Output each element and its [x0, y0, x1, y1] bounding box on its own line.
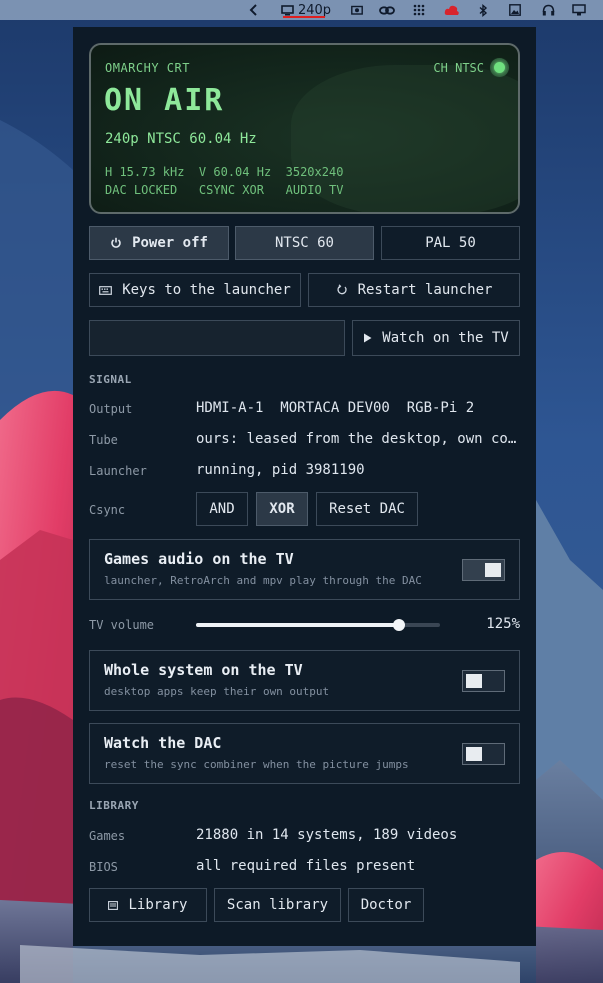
- launcher-label: Launcher: [89, 464, 147, 478]
- channel-label: CH NTSC: [433, 61, 484, 75]
- csync-and-button[interactable]: AND: [196, 492, 248, 526]
- camera-icon[interactable]: [349, 0, 365, 20]
- ntsc-60-button[interactable]: NTSC 60: [235, 226, 374, 260]
- games-audio-card: Games audio on the TV launcher, RetroArc…: [89, 539, 520, 600]
- image-icon[interactable]: [507, 0, 523, 20]
- keys-label: Keys to the launcher: [122, 282, 291, 298]
- signal-led-icon: [490, 58, 509, 77]
- bios-value: all required files present: [196, 858, 416, 874]
- reset-dac-label: Reset DAC: [329, 501, 405, 517]
- library-icon: [108, 900, 119, 910]
- watch-dac-toggle[interactable]: [462, 743, 505, 765]
- volume-thumb[interactable]: [392, 619, 405, 631]
- watch-on-tv-button[interactable]: Watch on the TV: [352, 320, 520, 356]
- video-mode-readout: 240p NTSC 60.04 Hz: [105, 131, 257, 147]
- cloud-alert-icon[interactable]: [442, 0, 462, 20]
- csync-label: Csync: [89, 503, 126, 517]
- dac-status-readout: DAC LOCKED CSYNC XOR AUDIO TV: [105, 183, 344, 197]
- tv-volume-value: 125%: [486, 616, 520, 632]
- ntsc-label: NTSC 60: [274, 235, 334, 251]
- bios-label: BIOS: [89, 860, 118, 874]
- watch-dac-description: reset the sync combiner when the picture…: [104, 758, 409, 771]
- tv-volume-slider[interactable]: [196, 619, 440, 631]
- games-audio-description: launcher, RetroArch and mpv play through…: [104, 574, 422, 587]
- doctor-label: Doctor: [360, 897, 412, 913]
- toggle-knob: [466, 674, 482, 688]
- bluetooth-icon[interactable]: [476, 0, 490, 20]
- crt-brand-label: OMARCHY CRT: [105, 61, 190, 75]
- power-icon: [110, 237, 122, 249]
- whole-system-card: Whole system on the TV desktop apps keep…: [89, 650, 520, 711]
- library-button-label: Library: [128, 897, 188, 913]
- keyboard-icon: [99, 285, 113, 295]
- restart-launcher-button[interactable]: Restart launcher: [308, 273, 520, 307]
- monitor-icon: [281, 4, 294, 16]
- games-audio-toggle[interactable]: [462, 559, 505, 581]
- headphones-icon[interactable]: [540, 0, 556, 20]
- scan-library-button[interactable]: Scan library: [214, 888, 341, 922]
- csync-xor-label: XOR: [269, 501, 295, 517]
- toggle-knob: [466, 747, 482, 761]
- games-audio-title: Games audio on the TV: [104, 550, 294, 568]
- whole-system-toggle[interactable]: [462, 670, 505, 692]
- active-indicator-bar: [283, 16, 325, 18]
- volume-fill: [196, 623, 399, 627]
- signal-section-heading: SIGNAL: [89, 373, 132, 386]
- doctor-button[interactable]: Doctor: [348, 888, 424, 922]
- tv-volume-label: TV volume: [89, 618, 155, 632]
- watch-dac-title: Watch the DAC: [104, 734, 222, 752]
- scan-library-label: Scan library: [226, 897, 329, 913]
- crt-control-panel: OMARCHY CRT CH NTSC ON AIR 240p NTSC 60.…: [73, 27, 536, 946]
- restart-label: Restart launcher: [357, 282, 493, 298]
- reset-dac-button[interactable]: Reset DAC: [316, 492, 418, 526]
- launcher-value: running, pid 3981190: [196, 462, 365, 478]
- link-icon[interactable]: [378, 0, 396, 20]
- output-value: HDMI-A-1 MORTACA DEV00 RGB-Pi 2: [196, 400, 475, 416]
- timing-readout: H 15.73 kHz V 60.04 Hz 3520x240: [105, 165, 344, 179]
- games-value: 21880 in 14 systems, 189 videos: [196, 827, 458, 843]
- dots-grid-icon[interactable]: [411, 0, 427, 20]
- csync-and-label: AND: [209, 501, 235, 517]
- whole-system-description: desktop apps keep their own output: [104, 685, 330, 698]
- tube-label: Tube: [89, 433, 118, 447]
- system-top-bar: 240p: [0, 0, 603, 20]
- games-label: Games: [89, 829, 126, 843]
- watch-dac-card: Watch the DAC reset the sync combiner wh…: [89, 723, 520, 784]
- library-button[interactable]: Library: [89, 888, 207, 922]
- chevron-left-icon[interactable]: [245, 0, 263, 20]
- power-off-label: Power off: [132, 235, 208, 251]
- power-off-button[interactable]: Power off: [89, 226, 229, 260]
- pal-50-button[interactable]: PAL 50: [381, 226, 520, 260]
- library-section-heading: LIBRARY: [89, 799, 139, 812]
- watch-label: Watch on the TV: [382, 330, 509, 346]
- crt-status-screen: OMARCHY CRT CH NTSC ON AIR 240p NTSC 60.…: [89, 43, 520, 214]
- display-icon[interactable]: [570, 0, 588, 20]
- on-air-status: ON AIR: [104, 83, 225, 118]
- stream-url-input[interactable]: [89, 320, 345, 356]
- keys-to-launcher-button[interactable]: Keys to the launcher: [89, 273, 301, 307]
- tube-value: ours: leased from the desktop, own co…: [196, 431, 517, 447]
- restart-icon: [336, 284, 348, 296]
- whole-system-title: Whole system on the TV: [104, 661, 303, 679]
- csync-xor-button[interactable]: XOR: [256, 492, 308, 526]
- play-icon: [363, 333, 372, 343]
- pal-label: PAL 50: [425, 235, 476, 251]
- output-label: Output: [89, 402, 133, 416]
- toggle-knob: [485, 563, 501, 577]
